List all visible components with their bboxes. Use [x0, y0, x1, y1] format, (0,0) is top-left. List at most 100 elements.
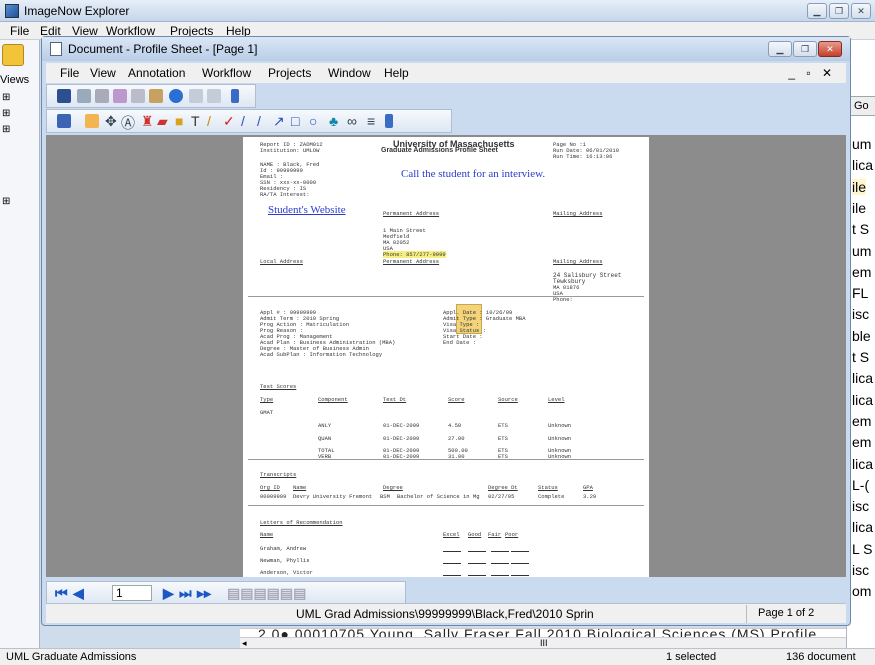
- document-list-item[interactable]: FL: [852, 285, 868, 301]
- document-list-item[interactable]: om: [852, 583, 871, 599]
- document-list-item[interactable]: t S: [852, 221, 869, 237]
- annotation-text[interactable]: Call the student for an interview.: [401, 168, 545, 180]
- page-number-input[interactable]: [112, 585, 152, 601]
- annotation-panel-icon[interactable]: [57, 114, 71, 128]
- document-list-item[interactable]: em: [852, 434, 871, 450]
- rating-line: [468, 551, 486, 552]
- toolbar-overflow-icon[interactable]: [385, 114, 393, 128]
- document-page: Report ID : ZADM012 Institution: UMLOW U…: [243, 137, 649, 577]
- document-list-item[interactable]: t S: [852, 349, 869, 365]
- document-list-item[interactable]: lica: [852, 519, 873, 535]
- document-list-item[interactable]: L S: [852, 541, 873, 557]
- horizontal-scrollbar[interactable]: ◂ III: [240, 637, 846, 648]
- fast-forward-icon[interactable]: ▸▸: [197, 585, 211, 602]
- document-list-item[interactable]: isc: [852, 562, 869, 578]
- options-icon[interactable]: ≡: [367, 113, 375, 129]
- arrow-icon[interactable]: ↗: [273, 113, 285, 130]
- doc-menu-view[interactable]: View: [90, 66, 116, 80]
- toolbar-overflow-icon[interactable]: [231, 89, 239, 103]
- go-button[interactable]: Go: [849, 96, 875, 116]
- letters-column-header: Fair: [488, 531, 502, 538]
- info-icon[interactable]: [169, 89, 183, 103]
- tree-expand-icon[interactable]: ⊞: [2, 124, 10, 135]
- text-select-icon[interactable]: Ⓐ: [121, 113, 135, 133]
- tree-expand-icon[interactable]: ⊞: [2, 92, 10, 103]
- doc-minimize-button[interactable]: ▁: [768, 41, 792, 57]
- doc-menu-annotation[interactable]: Annotation: [128, 66, 185, 80]
- transcript-cell: 02/27/05: [488, 493, 515, 500]
- stamp-tool-icon[interactable]: ♣: [329, 113, 338, 129]
- last-page-icon[interactable]: ⏭: [179, 585, 192, 602]
- document-list-item[interactable]: lica: [852, 370, 873, 386]
- app-title-bar: ImageNow Explorer ▁ ❐ ✕: [0, 0, 875, 22]
- document-list-item[interactable]: lica: [852, 456, 873, 472]
- page-indicator: Page 1 of 2: [758, 607, 815, 619]
- stamp-icon[interactable]: ♜: [141, 113, 154, 130]
- annotation-link[interactable]: Student's Website: [268, 204, 346, 216]
- document-list-item[interactable]: ble: [852, 328, 871, 344]
- test-scores-heading: Test Scores: [260, 383, 297, 390]
- pencil-icon[interactable]: [149, 89, 163, 103]
- perm-phone: Phone: 857/277-9999: [383, 251, 446, 258]
- test-cell: ANLY: [318, 422, 332, 429]
- transcript-cell: 3.29: [583, 493, 597, 500]
- scan-icon[interactable]: [95, 89, 109, 103]
- tree-expand-icon[interactable]: ⊞: [2, 196, 10, 207]
- test-column-header: Source: [498, 396, 518, 403]
- document-list-item[interactable]: isc: [852, 498, 869, 514]
- copy-icon[interactable]: [131, 89, 145, 103]
- doc-menu-window[interactable]: Window: [328, 66, 371, 80]
- document-list-item[interactable]: L-(: [852, 477, 869, 493]
- text-tool-icon[interactable]: T: [191, 113, 200, 129]
- highlighter-icon[interactable]: /: [207, 113, 211, 129]
- close-button[interactable]: ✕: [851, 3, 871, 19]
- doc-menu-workflow[interactable]: Workflow: [202, 66, 251, 80]
- document-list-row[interactable]: 2.0● 00010705 Young, Sally Fraser Fall 2…: [240, 628, 846, 648]
- properties-icon[interactable]: [189, 89, 203, 103]
- document-list-item[interactable]: um: [852, 136, 871, 152]
- page-tools-icon[interactable]: ▤▤▤▤▤▤: [227, 585, 306, 602]
- email-icon[interactable]: [113, 89, 127, 103]
- menu-file[interactable]: File: [10, 24, 29, 38]
- document-list-item[interactable]: ile: [852, 178, 867, 195]
- document-list-item[interactable]: em: [852, 264, 871, 280]
- doc-close-button[interactable]: ✕: [818, 41, 842, 57]
- doc-maximize-button[interactable]: ❐: [793, 41, 817, 57]
- document-view-area[interactable]: Report ID : ZADM012 Institution: UMLOW U…: [46, 135, 846, 577]
- save-icon[interactable]: [57, 89, 71, 103]
- document-list-item[interactable]: um: [852, 243, 871, 259]
- sticky-note-icon[interactable]: ■: [175, 113, 183, 129]
- redact-icon[interactable]: ▰: [157, 113, 168, 130]
- select-tool-icon[interactable]: [85, 114, 99, 128]
- transcript-cell: Devry University Fremont: [293, 493, 373, 500]
- next-page-icon[interactable]: ▶: [163, 585, 174, 602]
- pages-icon[interactable]: [207, 89, 221, 103]
- previous-page-icon[interactable]: ◀: [73, 585, 84, 602]
- print-icon[interactable]: [77, 89, 91, 103]
- first-page-icon[interactable]: ⏮: [55, 585, 68, 602]
- pan-tool-icon[interactable]: ✥: [105, 113, 117, 130]
- divider: [248, 459, 644, 460]
- mdi-window-controls[interactable]: _ ▫ ✕: [788, 66, 836, 80]
- line-icon[interactable]: /: [257, 113, 261, 129]
- ellipse-icon[interactable]: ○: [309, 113, 317, 129]
- document-list-item[interactable]: em: [852, 413, 871, 429]
- test-cell: Unknown: [548, 422, 572, 429]
- checkmark-icon[interactable]: ✓: [223, 113, 235, 130]
- doc-menu-help[interactable]: Help: [384, 66, 409, 80]
- minimize-button[interactable]: ▁: [807, 3, 827, 19]
- test-cell: 01-DEC-2009: [383, 422, 420, 429]
- doc-menu-file[interactable]: File: [60, 66, 79, 80]
- tree-expand-icon[interactable]: ⊞: [2, 108, 10, 119]
- views-toolbar-icon[interactable]: [2, 44, 24, 66]
- document-list-item[interactable]: lica: [852, 157, 873, 173]
- views-pane: Views ⊞ ⊞ ⊞ ⊞: [0, 40, 40, 648]
- document-list-item[interactable]: isc: [852, 306, 869, 322]
- link-icon[interactable]: ∞: [347, 113, 357, 129]
- maximize-button[interactable]: ❐: [829, 3, 849, 19]
- doc-menu-projects[interactable]: Projects: [268, 66, 311, 80]
- rectangle-icon[interactable]: □: [291, 113, 299, 129]
- document-list-item[interactable]: lica: [852, 392, 873, 408]
- document-list-item[interactable]: ile: [852, 200, 866, 216]
- pen-icon[interactable]: /: [241, 113, 245, 129]
